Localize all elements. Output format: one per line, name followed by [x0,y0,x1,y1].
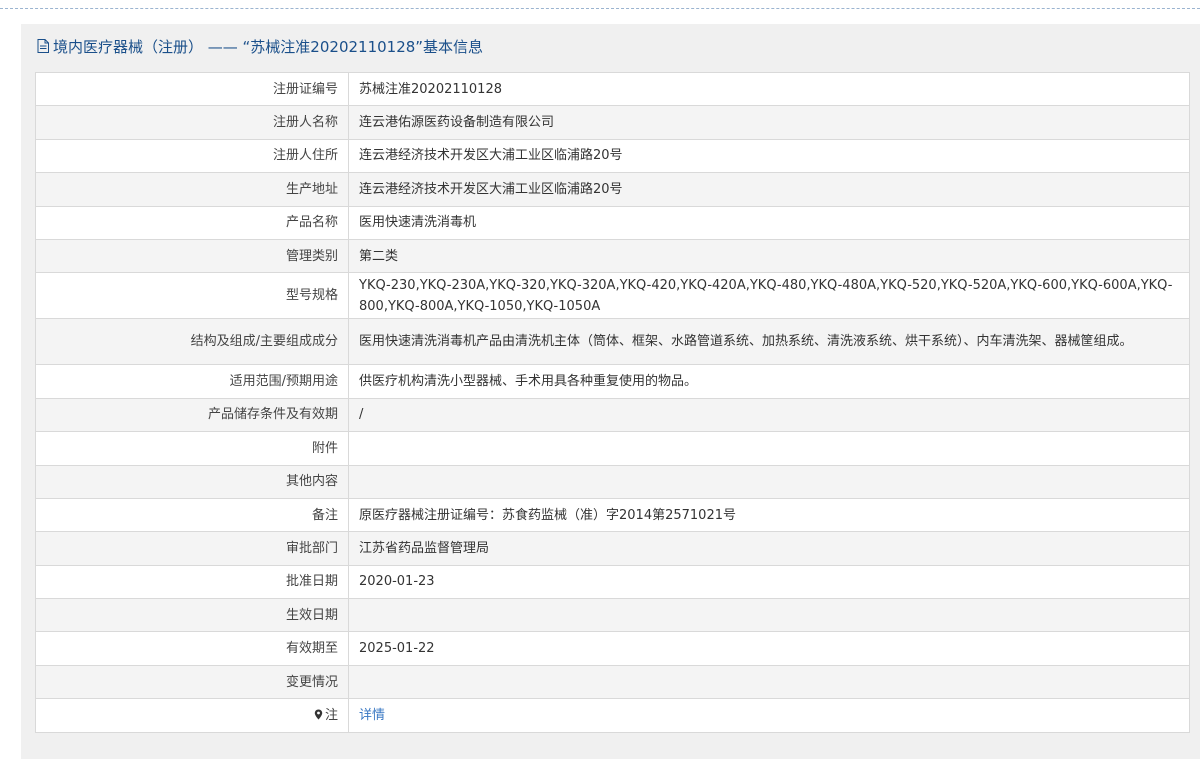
table-row: 注册人名称 连云港佑源医药设备制造有限公司 [35,105,1190,140]
note-value-cell: 详情 [348,698,1190,733]
field-label: 产品名称 [35,205,349,240]
info-table: 注册证编号 苏械注准20202110128 注册人名称 连云港佑源医药设备制造有限公司… [35,71,1190,733]
field-value [348,431,1190,466]
field-value: 连云港经济技术开发区大浦工业区临浦路20号 [348,138,1190,174]
field-label: 审批部门 [35,531,349,566]
field-label: 附件 [35,431,349,466]
table-row: 产品储存条件及有效期 / [35,397,1190,433]
field-value [348,664,1190,700]
table-row: 注册证编号 苏械注准20202110128 [35,71,1190,107]
table-row: 变更情况 [35,664,1190,700]
page-title: 境内医疗器械（注册） —— “苏械注准20202110128”基本信息 [53,37,484,56]
field-label: 型号规格 [35,272,349,320]
field-value: 供医疗机构清洗小型器械、手术用具各种重复使用的物品。 [348,364,1190,399]
field-value: 医用快速清洗消毒机 [348,205,1190,240]
note-label-cell: 注 [35,698,349,733]
field-value [348,598,1190,633]
field-label: 产品储存条件及有效期 [35,397,349,433]
field-label: 有效期至 [35,631,349,666]
field-label: 注册人名称 [35,105,349,140]
field-value: 2020-01-23 [348,564,1190,600]
field-label: 生产地址 [35,172,349,207]
field-value [348,464,1190,499]
info-panel: 境内医疗器械（注册） —— “苏械注准20202110128”基本信息 注册证编… [21,24,1200,759]
field-value: 2025-01-22 [348,631,1190,666]
top-divider [0,0,1200,9]
document-icon [37,39,49,53]
field-value: 第二类 [348,238,1190,274]
details-link[interactable]: 详情 [359,708,385,723]
table-row: 备注 原医疗器械注册证编号：苏食药监械（准）字2014第2571021号 [35,497,1190,533]
field-value: YKQ-230,YKQ-230A,YKQ-320,YKQ-320A,YKQ-42… [348,272,1190,320]
field-label: 注册证编号 [35,71,349,107]
table-row: 生产地址 连云港经济技术开发区大浦工业区临浦路20号 [35,172,1190,207]
table-row: 注册人住所 连云港经济技术开发区大浦工业区临浦路20号 [35,138,1190,174]
table-row: 结构及组成/主要组成成分 医用快速清洗消毒机产品由清洗机主体（筒体、框架、水路管道… [35,318,1190,366]
field-label: 批准日期 [35,564,349,600]
table-row: 生效日期 [35,598,1190,633]
field-value: 原医疗器械注册证编号：苏食药监械（准）字2014第2571021号 [348,497,1190,533]
field-label: 结构及组成/主要组成成分 [35,318,349,366]
field-label: 适用范围/预期用途 [35,364,349,399]
field-label: 管理类别 [35,238,349,274]
field-label: 注册人住所 [35,138,349,174]
field-value: 苏械注准20202110128 [348,71,1190,107]
table-row: 审批部门 江苏省药品监督管理局 [35,531,1190,566]
field-value: / [348,397,1190,433]
field-value: 江苏省药品监督管理局 [348,531,1190,566]
field-label: 变更情况 [35,664,349,700]
pin-icon [314,709,323,720]
note-row: 注 详情 [35,698,1190,733]
field-value: 连云港佑源医药设备制造有限公司 [348,105,1190,140]
table-row: 附件 [35,431,1190,466]
panel-header: 境内医疗器械（注册） —— “苏械注准20202110128”基本信息 [21,24,1200,68]
field-label: 备注 [35,497,349,533]
field-value: 医用快速清洗消毒机产品由清洗机主体（筒体、框架、水路管道系统、加热系统、清洗液系… [348,318,1190,366]
table-row: 有效期至 2025-01-22 [35,631,1190,666]
table-row: 适用范围/预期用途 供医疗机构清洗小型器械、手术用具各种重复使用的物品。 [35,364,1190,399]
table-row: 批准日期 2020-01-23 [35,564,1190,600]
field-label: 其他内容 [35,464,349,499]
table-row: 型号规格 YKQ-230,YKQ-230A,YKQ-320,YKQ-320A,YK… [35,272,1190,320]
table-row: 产品名称 医用快速清洗消毒机 [35,205,1190,240]
field-value: 连云港经济技术开发区大浦工业区临浦路20号 [348,172,1190,207]
table-row: 管理类别 第二类 [35,238,1190,274]
note-label: 注 [324,707,338,723]
field-label: 生效日期 [35,598,349,633]
table-row: 其他内容 [35,464,1190,499]
